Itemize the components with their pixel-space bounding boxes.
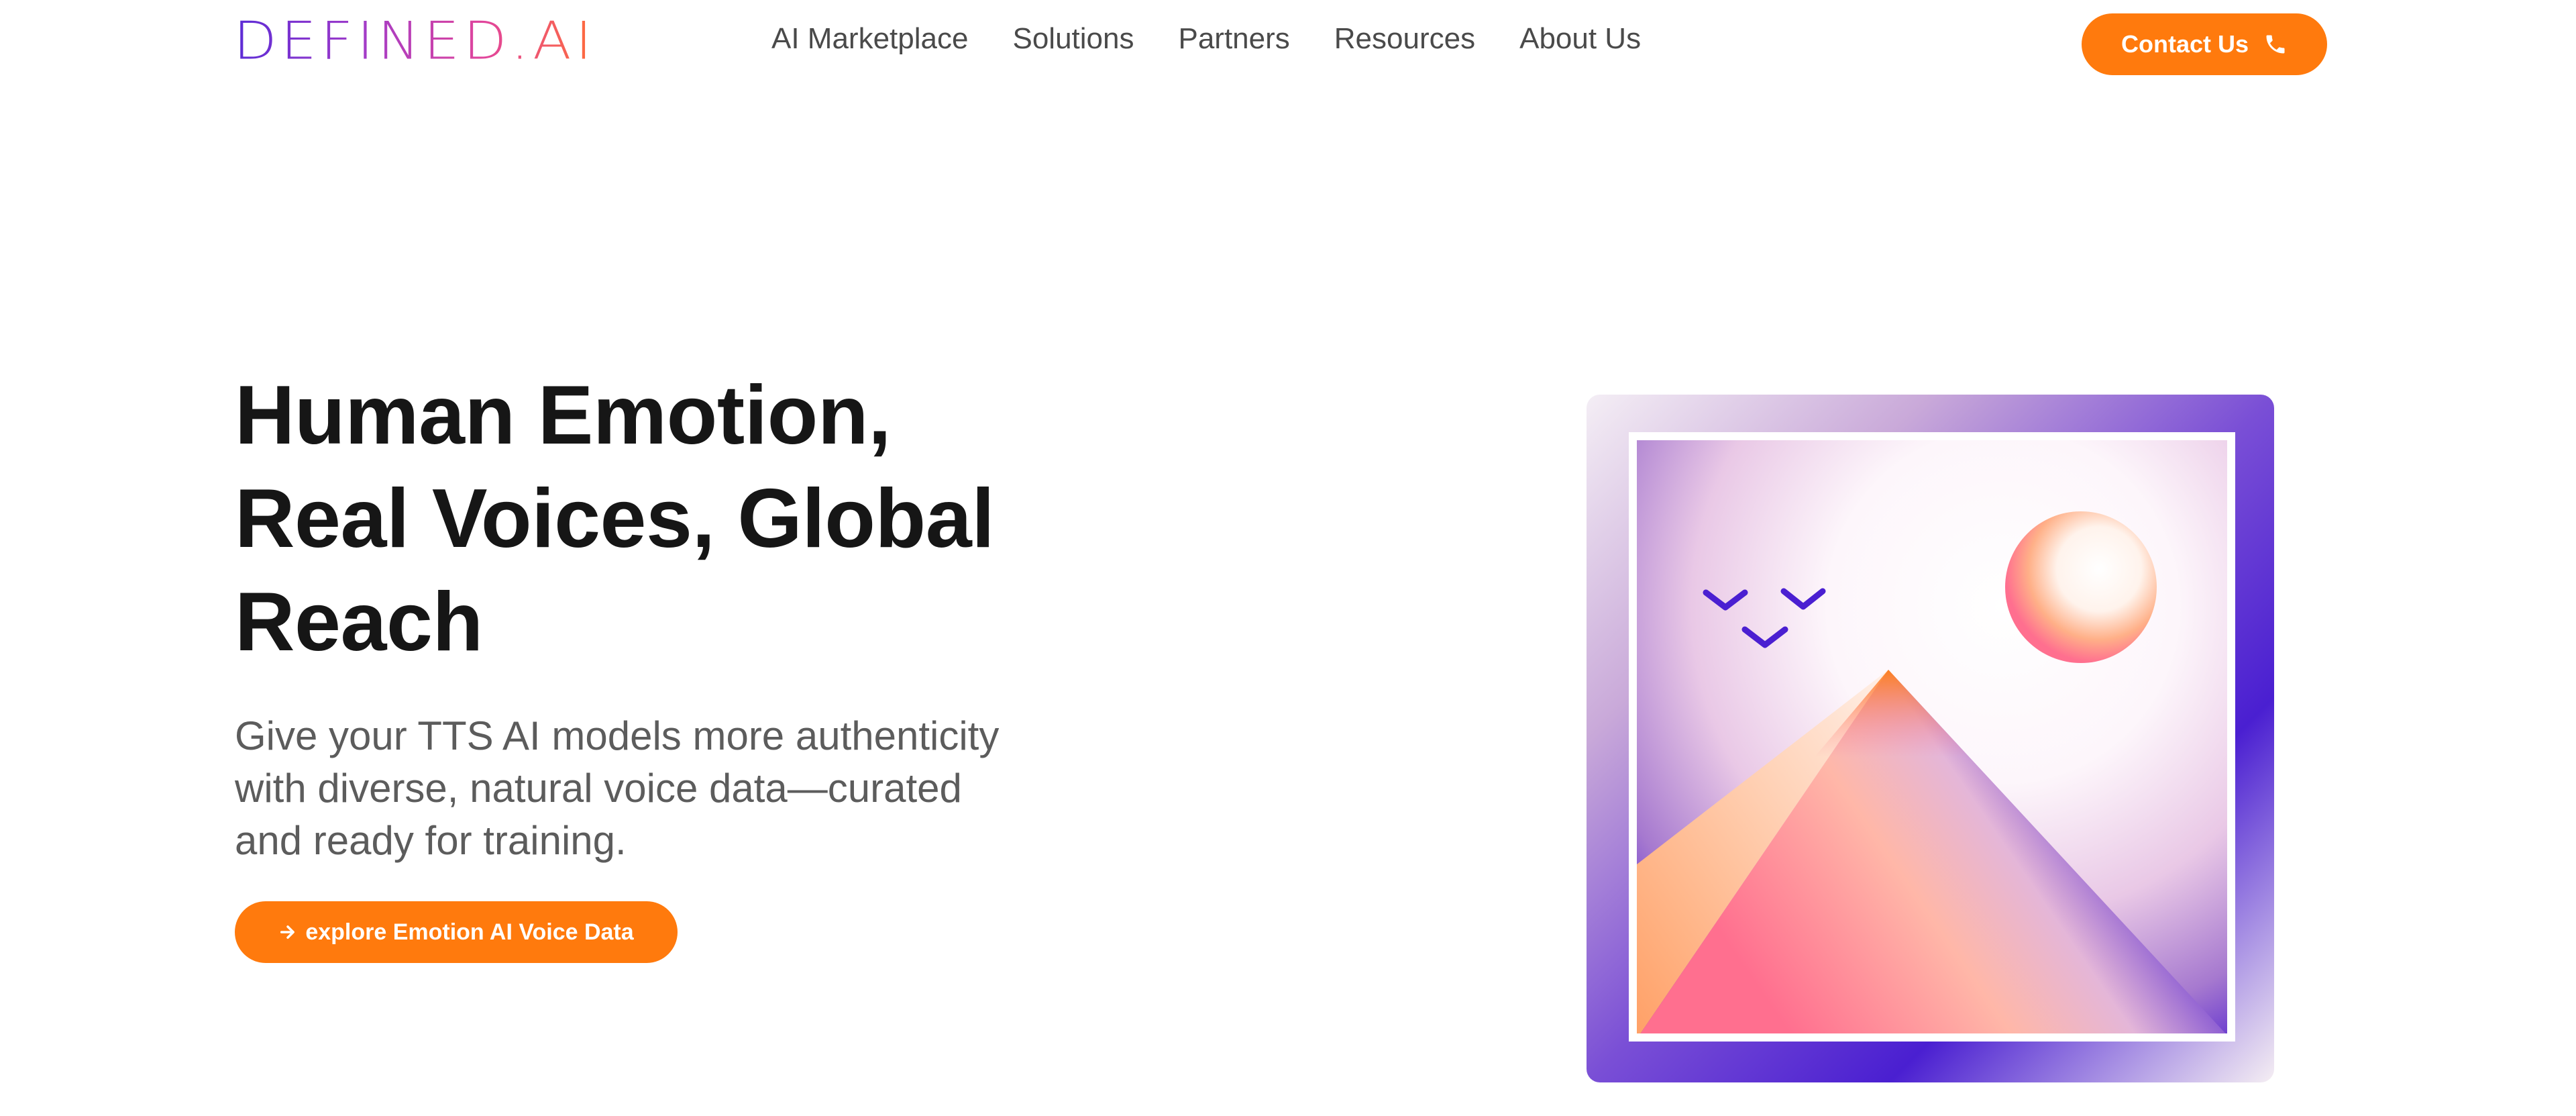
contact-us-button[interactable]: Contact Us [2082, 13, 2327, 75]
sun-icon [2005, 511, 2157, 663]
nav-item-solutions[interactable]: Solutions [1012, 22, 1134, 56]
main-nav: AI Marketplace Solutions Partners Resour… [771, 19, 1641, 59]
nav-item-partners[interactable]: Partners [1178, 22, 1289, 56]
nav-item-resources[interactable]: Resources [1334, 22, 1475, 56]
hero-illustration [1587, 395, 2274, 1082]
hero-subtitle-line: with diverse, natural voice data—curated [235, 766, 962, 811]
arrow-right-icon [280, 925, 295, 939]
page: DEFINED.AI AI Marketplace Solutions Part… [0, 0, 2576, 1116]
hero-title-line: Reach [235, 576, 483, 668]
hero-title-line: Real Voices, Global [235, 472, 995, 565]
phone-icon [2266, 35, 2285, 54]
hero-subtitle: Give your TTS AI models more authenticit… [235, 710, 1107, 867]
hero-title: Human Emotion, Real Voices, Global Reach [235, 364, 1107, 674]
hero-title-line: Human Emotion, [235, 369, 892, 462]
contact-us-label: Contact Us [2121, 30, 2249, 58]
explore-voice-data-label: explore Emotion AI Voice Data [305, 919, 634, 945]
logo-text: DEFINED.AI [233, 10, 596, 72]
explore-voice-data-button[interactable]: explore Emotion AI Voice Data [235, 901, 678, 963]
logo[interactable]: DEFINED.AI [233, 15, 596, 67]
hero-subtitle-line: and ready for training. [235, 818, 627, 863]
nav-item-about-us[interactable]: About Us [1519, 22, 1641, 56]
nav-item-ai-marketplace[interactable]: AI Marketplace [771, 22, 968, 56]
hero-subtitle-line: Give your TTS AI models more authenticit… [235, 713, 1000, 758]
